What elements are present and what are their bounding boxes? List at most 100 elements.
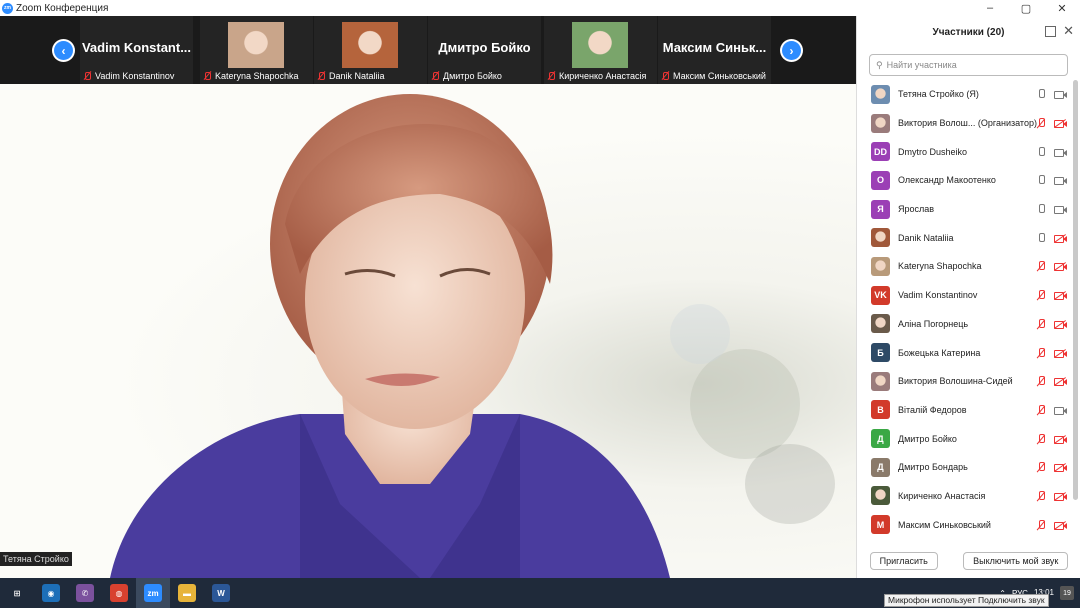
thumbnail-caption-text: Kateryna Shapochka — [215, 71, 299, 81]
video-camera-icon — [1053, 404, 1067, 416]
window-controls: – ▢ ✕ — [972, 0, 1080, 16]
avatar: В — [871, 400, 890, 420]
speaker-video-image — [110, 94, 835, 578]
mic-muted-icon — [1035, 260, 1047, 272]
avatar: М — [871, 515, 890, 535]
chevron-left-icon: ‹ — [54, 41, 73, 60]
participant-name: Олександр Макоотенко — [898, 175, 996, 186]
video-off-icon — [1053, 433, 1067, 445]
participant-name: Аліна Погорнець — [898, 318, 969, 329]
taskbar-app-blue-circle[interactable]: ◉ — [34, 578, 68, 608]
avatar: Б — [871, 343, 890, 363]
taskbar-file-explorer[interactable]: ▬ — [170, 578, 204, 608]
close-window-button[interactable]: ✕ — [1044, 0, 1080, 16]
taskbar-chrome[interactable]: ◍ — [102, 578, 136, 608]
video-off-icon — [1053, 117, 1067, 129]
video-off-icon — [1053, 318, 1067, 330]
participant-row[interactable]: Д Дмитро Бондарь — [857, 453, 1080, 482]
thumbnail-caption: Danik Nataliia — [316, 70, 385, 82]
participant-status-icons — [1035, 88, 1067, 100]
pop-out-icon[interactable] — [1045, 26, 1056, 37]
participant-name: Максим Синьковський — [898, 519, 991, 530]
video-camera-icon — [1053, 203, 1067, 215]
participant-row[interactable]: Аліна Погорнець — [857, 310, 1080, 339]
video-off-icon — [1053, 519, 1067, 531]
thumbnail-caption-text: Дмитро Бойко — [443, 71, 502, 81]
participant-name: Виктория Волош... (Организатор) — [898, 118, 1037, 129]
previous-page-button[interactable]: ‹ — [52, 39, 75, 62]
participant-search[interactable]: ⚲ — [869, 54, 1068, 76]
mute-self-button[interactable]: Выключить мой звук — [963, 552, 1069, 570]
mic-muted-icon — [1035, 461, 1047, 473]
video-thumbnail[interactable]: Vadim Konstant... Vadim Konstantinov — [80, 16, 193, 84]
close-panel-icon[interactable]: ✕ — [1063, 23, 1074, 39]
participant-name: Виктория Волошина-Сидей — [898, 376, 1013, 387]
participant-row[interactable]: Б Божецька Катерина — [857, 338, 1080, 367]
video-off-icon — [1053, 232, 1067, 244]
participant-status-icons — [1035, 375, 1067, 387]
participant-row[interactable]: Виктория Волошина-Сидей — [857, 367, 1080, 396]
participants-title: Участники (20) — [932, 26, 1005, 38]
video-thumbnail[interactable]: Дмитро Бойко Дмитро Бойко — [428, 16, 541, 84]
participant-row[interactable]: В Віталій Федоров — [857, 396, 1080, 425]
avatar — [871, 84, 890, 104]
notification-center-icon[interactable]: 19 — [1060, 586, 1074, 600]
video-thumbnail[interactable]: Максим Синьк... Максим Синьковський — [658, 16, 771, 84]
video-thumbnail[interactable]: Кириченко Анастасія — [544, 16, 657, 84]
video-off-icon — [1053, 490, 1067, 502]
zoom-logo-icon: zm — [2, 2, 13, 14]
microphone-icon — [1035, 232, 1047, 244]
participant-row[interactable]: DD Dmytro Dusheiko — [857, 137, 1080, 166]
participant-row[interactable]: Danik Nataliia — [857, 223, 1080, 252]
active-speaker-video[interactable] — [0, 84, 856, 578]
participant-list: Тетяна Стройко (Я) Виктория Волош... (Орг… — [857, 80, 1080, 548]
microphone-icon — [1035, 88, 1047, 100]
invite-button[interactable]: Пригласить — [869, 552, 938, 570]
participants-header: Участники (20) ✕ — [857, 16, 1080, 48]
avatar: DD — [871, 142, 890, 162]
thumbnail-caption-text: Danik Nataliia — [329, 71, 385, 81]
thumbnail-caption-text: Кириченко Анастасія — [559, 71, 647, 81]
taskbar-word[interactable]: W — [204, 578, 238, 608]
windows-start-icon: ⊞ — [8, 584, 26, 602]
thumbnail-caption: Vadim Konstantinov — [82, 70, 174, 82]
participant-row[interactable]: Кириченко Анастасія — [857, 482, 1080, 511]
participant-status-icons — [1035, 289, 1067, 301]
mic-muted-icon — [1035, 433, 1047, 445]
video-thumbnail[interactable]: Danik Nataliia — [314, 16, 427, 84]
avatar — [871, 113, 890, 133]
video-off-icon — [1053, 347, 1067, 359]
video-off-icon — [1053, 461, 1067, 473]
taskbar-viber[interactable]: ✆ — [68, 578, 102, 608]
participant-list-scrollbar[interactable] — [1073, 80, 1078, 500]
speaker-name-label: Тетяна Стройко — [0, 552, 72, 566]
minimize-button[interactable]: – — [972, 0, 1008, 16]
participant-row[interactable]: М Максим Синьковський — [857, 510, 1080, 539]
participant-row[interactable]: Я Ярослав — [857, 195, 1080, 224]
maximize-button[interactable]: ▢ — [1008, 0, 1044, 16]
mic-muted-icon — [1035, 318, 1047, 330]
participant-row[interactable]: Виктория Волош... (Организатор) — [857, 109, 1080, 138]
next-page-button[interactable]: › — [780, 39, 803, 62]
thumbnail-caption-text: Максим Синьковський — [673, 71, 766, 81]
participant-row[interactable]: Kateryna Shapochka — [857, 252, 1080, 281]
participant-name: Дмитро Бондарь — [898, 462, 968, 473]
taskbar-zoom[interactable]: zm — [136, 578, 170, 608]
avatar — [871, 486, 890, 506]
search-input[interactable] — [886, 60, 1057, 70]
video-area: ‹ Vadim Konstant... Vadim Konstantinov Kat… — [0, 16, 856, 578]
thumbnail-strip: ‹ Vadim Konstant... Vadim Konstantinov Kat… — [0, 16, 856, 84]
participant-name: Віталій Федоров — [898, 404, 967, 415]
participant-name: Кириченко Анастасія — [898, 490, 986, 501]
video-thumbnail[interactable]: Kateryna Shapochka — [200, 16, 313, 84]
participant-row[interactable]: Тетяна Стройко (Я) — [857, 80, 1080, 109]
taskbar-windows-start[interactable]: ⊞ — [0, 578, 34, 608]
participant-row[interactable]: VK Vadim Konstantinov — [857, 281, 1080, 310]
microphone-icon — [1035, 203, 1047, 215]
mic-muted-icon — [1035, 519, 1047, 531]
search-icon: ⚲ — [876, 59, 883, 70]
participant-row[interactable]: О Олександр Макоотенко — [857, 166, 1080, 195]
avatar: О — [871, 170, 890, 190]
participant-status-icons — [1035, 117, 1067, 129]
participant-row[interactable]: Д Дмитро Бойко — [857, 424, 1080, 453]
